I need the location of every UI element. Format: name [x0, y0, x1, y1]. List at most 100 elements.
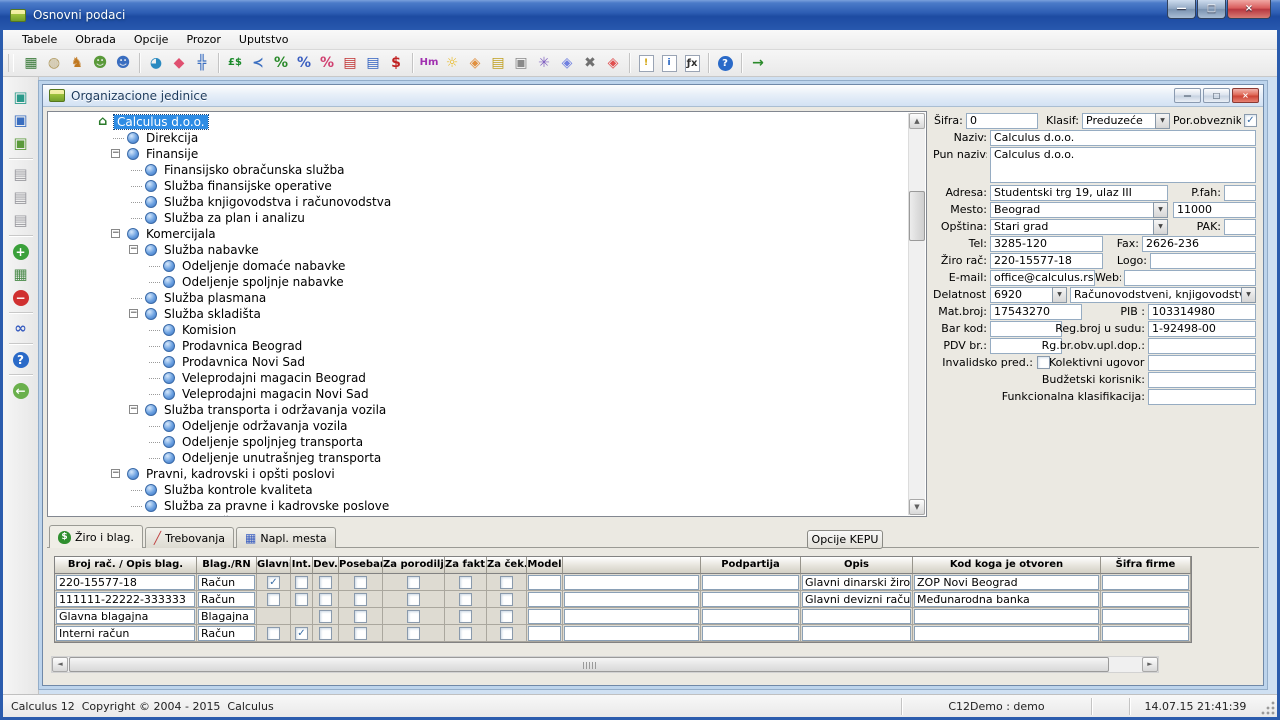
add-node-button[interactable]: ▦ [9, 263, 33, 286]
column-header[interactable]: Model [527, 557, 563, 574]
cell[interactable]: Račun [197, 591, 257, 608]
cell[interactable] [701, 608, 801, 625]
tree-item[interactable]: ⌂Calculus d.o.o. [48, 114, 907, 130]
cell[interactable]: ✓ [257, 574, 291, 591]
save-button[interactable]: ▣ [9, 86, 33, 109]
cell[interactable] [1101, 608, 1191, 625]
scroll-down-icon[interactable]: ▼ [909, 499, 925, 515]
cell[interactable] [339, 608, 383, 625]
checkbox[interactable] [354, 576, 367, 589]
cell[interactable] [291, 608, 313, 625]
tree-item[interactable]: −Komercijala [48, 226, 907, 242]
ledger-dollar-button[interactable]: $ [385, 52, 407, 74]
expander-minus-icon[interactable]: − [111, 149, 120, 158]
tab-ziro-i-blag[interactable]: $Žiro i blag. [49, 525, 143, 548]
tools-button[interactable]: ✖ [579, 52, 601, 74]
cell[interactable] [313, 608, 339, 625]
cell[interactable] [801, 625, 913, 642]
checkbox[interactable]: ✓ [267, 576, 280, 589]
tag-orange-button[interactable]: ◈ [464, 52, 486, 74]
cell[interactable]: Glavni dinarski žiro račun [801, 574, 913, 591]
cell[interactable] [445, 591, 487, 608]
cell[interactable] [563, 591, 701, 608]
cell[interactable] [487, 608, 527, 625]
expander-minus-icon[interactable]: − [129, 309, 138, 318]
cell[interactable] [339, 625, 383, 642]
column-header[interactable]: Broj rač. / Opis blag. [55, 557, 197, 574]
checkbox[interactable] [319, 576, 332, 589]
doc-fx-button[interactable]: ƒx [681, 52, 703, 74]
cell[interactable] [383, 591, 445, 608]
tree-item[interactable]: Veleprodajni magacin Novi Sad [48, 386, 907, 402]
calendar-dollar-button[interactable]: ▤ [362, 52, 384, 74]
tree-item[interactable]: Odeljenje spoljnjeg transporta [48, 434, 907, 450]
box-bulb-button[interactable]: ▣ [510, 52, 532, 74]
column-header[interactable]: Podpartija [701, 557, 801, 574]
funk-klas-input[interactable] [1148, 389, 1256, 405]
sifra-input[interactable]: 0 [966, 113, 1038, 129]
checkbox[interactable] [267, 593, 280, 606]
column-header[interactable]: Dev. [313, 557, 339, 574]
checkbox[interactable] [407, 610, 420, 623]
tree-item[interactable]: Prodavnica Novi Sad [48, 354, 907, 370]
tab-trebovanja[interactable]: ╱Trebovanja [145, 527, 234, 548]
cell[interactable] [313, 574, 339, 591]
tree-item[interactable]: −Služba transporta i održavanja vozila [48, 402, 907, 418]
klasif-combo[interactable]: Preduzeće ▼ [1082, 113, 1170, 129]
tel-input[interactable]: 3285-120 [990, 236, 1103, 252]
menu-opcije[interactable]: Opcije [125, 31, 178, 48]
percent-sheet-blue-button[interactable]: % [293, 52, 315, 74]
back-button[interactable]: ← [9, 379, 33, 402]
mat-broj-input[interactable]: 17543270 [990, 304, 1082, 320]
column-header[interactable]: Blag./RN [197, 557, 257, 574]
column-header[interactable]: Za fakt. [445, 557, 487, 574]
tree-item[interactable]: Služba plasmana [48, 290, 907, 306]
kolektivni-input[interactable] [1148, 355, 1256, 371]
rg-br-input[interactable] [1148, 338, 1256, 354]
logo-input[interactable] [1150, 253, 1256, 269]
cell[interactable] [487, 591, 527, 608]
tree-item[interactable]: Služba finansijske operative [48, 178, 907, 194]
delatnost-naziv-combo[interactable]: Računovodstveni, knjigovodstven ▼ [1070, 287, 1256, 303]
cell[interactable] [701, 574, 801, 591]
bulb-button[interactable]: ☼ [441, 52, 463, 74]
cell[interactable] [383, 574, 445, 591]
checkbox[interactable] [459, 576, 472, 589]
inner-minimize-button[interactable]: — [1174, 88, 1201, 103]
column-header[interactable]: Za porodilje [383, 557, 445, 574]
gear-button[interactable]: ✳ [533, 52, 555, 74]
opstina-value[interactable]: Stari grad [990, 219, 1153, 235]
tree-item[interactable]: Služba kontrole kvaliteta [48, 482, 907, 498]
cell[interactable] [257, 591, 291, 608]
print-setup-button[interactable]: ▤ [9, 209, 33, 232]
checkbox[interactable] [319, 610, 332, 623]
cell[interactable]: ZOP Novi Beograd [913, 574, 1101, 591]
cell[interactable] [257, 608, 291, 625]
cell[interactable] [445, 574, 487, 591]
cell[interactable] [1101, 591, 1191, 608]
pak-input[interactable] [1224, 219, 1256, 235]
cell[interactable]: Interni račun [55, 625, 197, 642]
por-obveznik-checkbox[interactable]: ✓ [1244, 114, 1257, 127]
checkbox[interactable] [459, 610, 472, 623]
cell[interactable] [527, 591, 563, 608]
cell[interactable] [445, 625, 487, 642]
column-header[interactable]: Kod koga je otvoren [913, 557, 1101, 574]
column-header[interactable]: Opis [801, 557, 913, 574]
checkbox[interactable] [407, 593, 420, 606]
column-header[interactable]: Glavni [257, 557, 291, 574]
tree-item[interactable]: Prodavnica Beograd [48, 338, 907, 354]
adresa-input[interactable]: Studentski trg 19, ulaz III [990, 185, 1168, 201]
checkbox[interactable] [354, 610, 367, 623]
globe-warning-button[interactable]: ◍ [43, 52, 65, 74]
delatnost-dropdown-icon[interactable]: ▼ [1052, 287, 1067, 303]
delatnost-combo[interactable]: 6920 ▼ [990, 287, 1067, 303]
tree-item[interactable]: Služba za plan i analizu [48, 210, 907, 226]
column-header[interactable]: Šifra firme [1101, 557, 1191, 574]
column-header[interactable] [563, 557, 701, 574]
naziv-input[interactable]: Calculus d.o.o. [990, 130, 1256, 146]
scroll-left-icon[interactable]: ◄ [52, 657, 68, 672]
cell[interactable] [913, 625, 1101, 642]
percent-button[interactable]: % [316, 52, 338, 74]
tree-item[interactable]: Veleprodajni magacin Beograd [48, 370, 907, 386]
